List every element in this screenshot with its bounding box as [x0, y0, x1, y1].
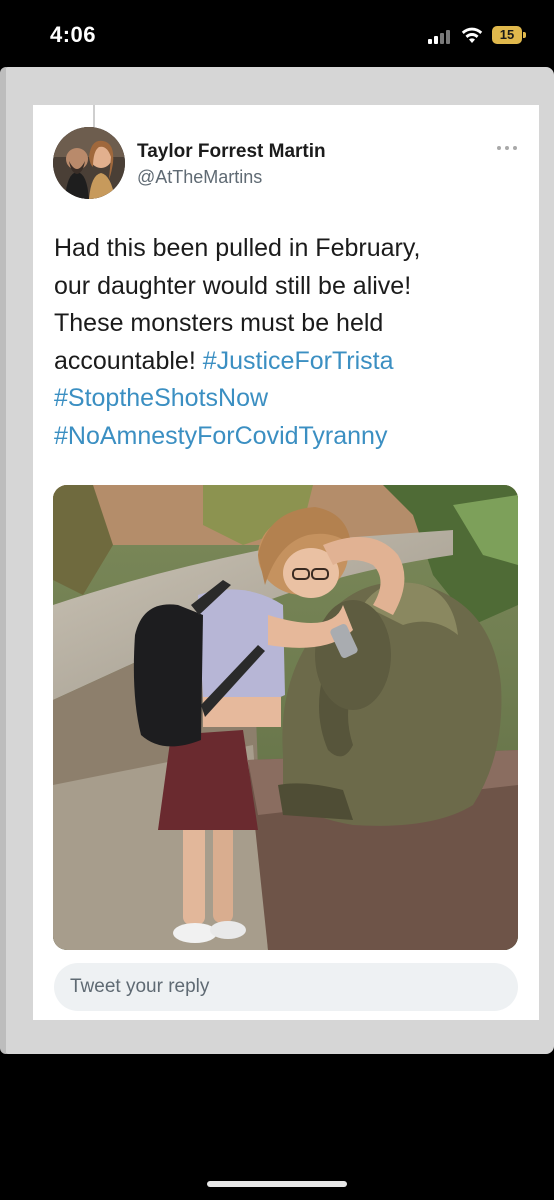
tweet-photo[interactable]: [53, 485, 518, 950]
home-indicator[interactable]: [207, 1181, 347, 1187]
avatar[interactable]: [53, 127, 125, 199]
avatar-photo: [53, 127, 125, 199]
battery-level: 15: [499, 27, 515, 42]
wifi-icon: [461, 27, 483, 43]
tweet-text-segment: accountable!: [54, 346, 196, 375]
status-bar: 4:06 15: [0, 0, 554, 66]
display-name[interactable]: Taylor Forrest Martin: [137, 141, 326, 163]
thread-line: [93, 105, 95, 129]
tweet-text-line: Had this been pulled in February,: [54, 234, 421, 262]
status-time: 4:06: [50, 22, 97, 47]
more-horizontal-icon[interactable]: [495, 143, 519, 153]
hashtag-link[interactable]: #StoptheShotsNow: [54, 380, 524, 418]
reply-input[interactable]: Tweet your reply: [54, 963, 518, 1011]
tweet-text-line: These monsters must be held: [54, 309, 384, 337]
tweet-text-line: our daughter would still be alive!: [54, 271, 412, 300]
reply-placeholder: Tweet your reply: [70, 976, 210, 997]
cellular-signal-icon: [428, 28, 454, 44]
hashtag-link[interactable]: #JusticeForTrista: [203, 347, 394, 375]
photo-girl-hugging-elephant-statue: [53, 485, 518, 950]
tweet-text-line: accountable! #JusticeForTrista: [54, 343, 524, 381]
frame-edge: [0, 67, 6, 1054]
tweet-text: Had this been pulled in February, our da…: [54, 230, 524, 455]
battery-icon: 15: [492, 26, 526, 44]
user-handle[interactable]: @AtTheMartins: [137, 167, 262, 188]
hashtag-link[interactable]: #NoAmnestyForCovidTyranny: [54, 418, 524, 456]
